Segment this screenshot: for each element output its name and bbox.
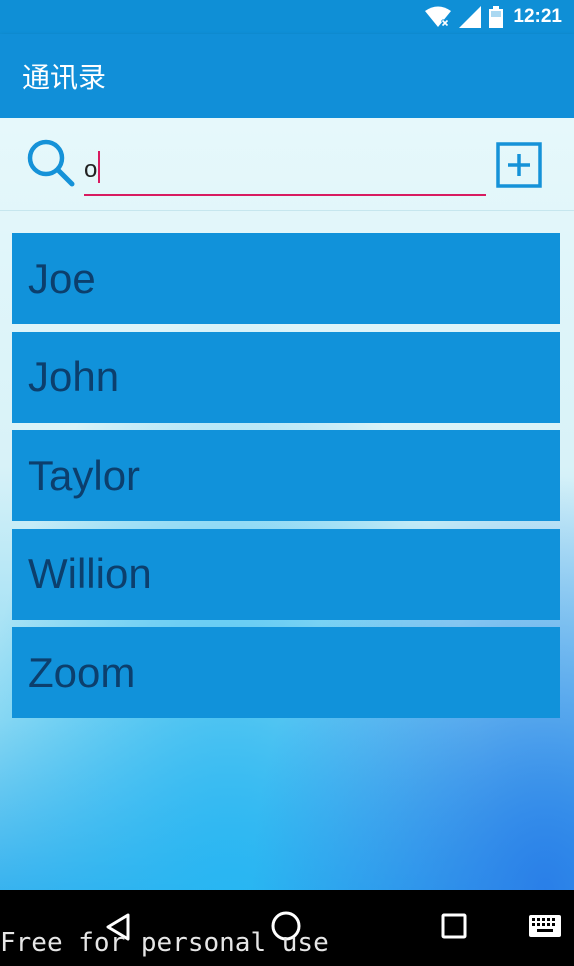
search-input-value: o <box>84 156 98 183</box>
watermark-text: Free for personal use <box>0 928 329 958</box>
search-bar: o <box>0 118 574 211</box>
main-content: o Joe John Taylor Willion Zoom <box>0 118 574 890</box>
cellular-signal-icon <box>459 6 482 28</box>
contact-item[interactable]: Joe <box>12 233 560 324</box>
contact-name: John <box>28 353 120 400</box>
wifi-icon <box>425 6 452 28</box>
contact-name: Joe <box>28 254 96 302</box>
status-icons <box>425 6 504 28</box>
keyboard-icon[interactable] <box>528 914 562 938</box>
contact-item[interactable]: Willion <box>12 528 560 620</box>
app-bar: 通讯录 <box>0 34 574 118</box>
status-time: 12:21 <box>513 6 562 27</box>
search-input[interactable]: o <box>84 146 486 196</box>
contact-item[interactable]: Zoom <box>12 627 560 718</box>
status-bar: 12:21 <box>0 0 574 34</box>
text-cursor <box>98 151 101 183</box>
contact-name: Willion <box>28 550 152 597</box>
contact-item[interactable]: John <box>12 331 560 423</box>
app-title: 通讯录 <box>22 61 107 94</box>
add-box-icon[interactable] <box>496 142 542 188</box>
battery-icon <box>489 6 504 28</box>
recents-icon[interactable] <box>440 912 468 940</box>
contact-name: Zoom <box>28 648 136 696</box>
contact-list: Joe John Taylor Willion Zoom <box>12 233 560 726</box>
search-icon[interactable] <box>26 138 78 190</box>
contact-item[interactable]: Taylor <box>12 430 560 521</box>
contact-name: Taylor <box>28 451 141 499</box>
